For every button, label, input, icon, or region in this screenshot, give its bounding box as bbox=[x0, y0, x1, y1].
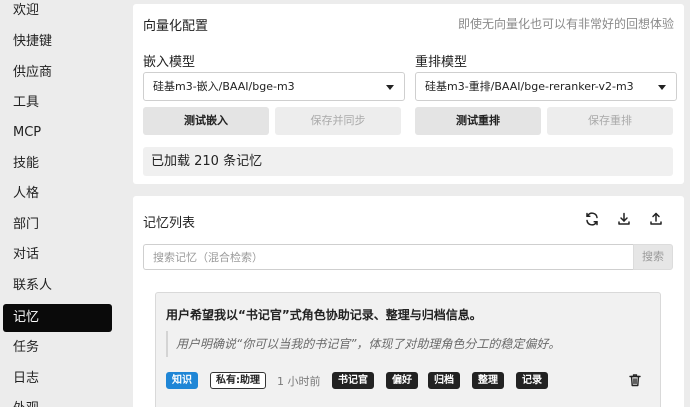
sidebar-item-departments[interactable]: 部门 bbox=[3, 211, 112, 239]
memory-type-tag: 知识 bbox=[166, 372, 198, 389]
caret-down-icon bbox=[658, 85, 666, 90]
sidebar-item-skills[interactable]: 技能 bbox=[3, 150, 112, 178]
rerank-model-label: 重排模型 bbox=[415, 55, 468, 70]
sidebar-item-appearance[interactable]: 外观 bbox=[3, 395, 112, 407]
rerank-model-value: 硅基m3-重排/BAAI/bge-reranker-v2-m3 bbox=[425, 80, 634, 93]
keyword-tag[interactable]: 记录 bbox=[516, 372, 548, 389]
sidebar-item-shortcuts[interactable]: 快捷键 bbox=[3, 28, 112, 56]
keyword-tag[interactable]: 偏好 bbox=[386, 372, 418, 389]
sidebar-item-welcome[interactable]: 欢迎 bbox=[3, 0, 112, 25]
memory-count-status: 已加载 210 条记忆 bbox=[143, 147, 673, 176]
memory-search-button[interactable]: 搜索 bbox=[633, 244, 673, 270]
embed-model-select[interactable]: 硅基m3-嵌入/BAAI/bge-m3 bbox=[143, 72, 405, 101]
caret-down-icon bbox=[386, 85, 394, 90]
download-icon[interactable] bbox=[614, 209, 634, 229]
save-rerank-button[interactable]: 保存重排 bbox=[547, 107, 673, 135]
keyword-tag[interactable]: 整理 bbox=[472, 372, 504, 389]
memory-scope-tag: 私有:助理 bbox=[210, 372, 266, 389]
keyword-tag[interactable]: 书记官 bbox=[332, 372, 374, 389]
memory-time: 1 小时前 bbox=[277, 375, 321, 388]
save-sync-button[interactable]: 保存并同步 bbox=[275, 107, 401, 135]
memory-item-quote: 用户明确说“你可以当我的书记官”，体现了对助理角色分工的稳定偏好。 bbox=[166, 331, 646, 357]
sidebar: 欢迎 快捷键 供应商 工具 MCP 技能 人格 部门 对话 联系人 记忆 任务 … bbox=[0, 0, 120, 407]
memory-item: 用户希望我以“书记官”式角色协助记录、整理与归档信息。 用户明确说“你可以当我的… bbox=[155, 292, 661, 407]
sidebar-item-mcp[interactable]: MCP bbox=[3, 119, 112, 147]
test-embed-button[interactable]: 测试嵌入 bbox=[143, 107, 269, 135]
vector-config-title: 向量化配置 bbox=[143, 19, 209, 34]
memory-search-input[interactable] bbox=[143, 244, 633, 270]
test-rerank-button[interactable]: 测试重排 bbox=[415, 107, 541, 135]
vector-config-hint: 即使无向量化也可以有非常好的回想体验 bbox=[457, 17, 674, 31]
upload-icon[interactable] bbox=[646, 209, 666, 229]
memory-list-card: 记忆列表 搜索 用户希望我以“书记官”式角色协助记录、整理与归档信息。 用户明确… bbox=[133, 196, 684, 407]
embed-model-value: 硅基m3-嵌入/BAAI/bge-m3 bbox=[153, 80, 295, 93]
rerank-model-select[interactable]: 硅基m3-重排/BAAI/bge-reranker-v2-m3 bbox=[415, 72, 677, 101]
sidebar-item-contacts[interactable]: 联系人 bbox=[3, 272, 112, 300]
sidebar-item-memory[interactable]: 记忆 bbox=[3, 304, 112, 332]
sidebar-item-conversations[interactable]: 对话 bbox=[3, 241, 112, 269]
sidebar-item-persona[interactable]: 人格 bbox=[3, 180, 112, 208]
sidebar-item-logs[interactable]: 日志 bbox=[3, 365, 112, 393]
sidebar-item-providers[interactable]: 供应商 bbox=[3, 59, 112, 87]
memory-list-title: 记忆列表 bbox=[143, 216, 196, 231]
vector-config-card: 向量化配置 即使无向量化也可以有非常好的回想体验 嵌入模型 硅基m3-嵌入/BA… bbox=[133, 4, 684, 184]
keyword-tag[interactable]: 归档 bbox=[428, 372, 460, 389]
refresh-icon[interactable] bbox=[582, 209, 602, 229]
sidebar-item-tools[interactable]: 工具 bbox=[3, 89, 112, 117]
memory-item-title: 用户希望我以“书记官”式角色协助记录、整理与归档信息。 bbox=[166, 308, 482, 322]
sidebar-item-tasks[interactable]: 任务 bbox=[3, 334, 112, 362]
embed-model-label: 嵌入模型 bbox=[143, 55, 196, 70]
delete-trash-icon[interactable] bbox=[627, 372, 643, 388]
